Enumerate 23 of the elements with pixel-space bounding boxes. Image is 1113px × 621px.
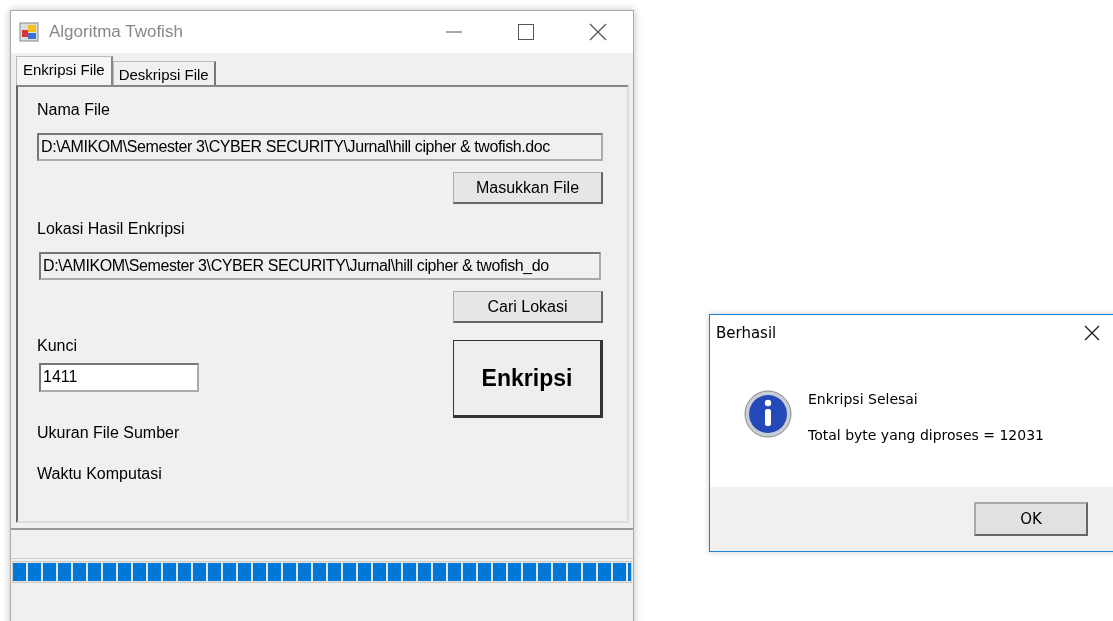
ok-button[interactable]: OK	[974, 502, 1088, 536]
info-label: Waktu Komputasi	[37, 465, 163, 483]
encrypt-button[interactable]: Enkripsi	[453, 340, 603, 418]
dialog-message: Total byte yang diproses = 12031	[808, 427, 1044, 443]
info-icon	[743, 389, 793, 439]
dialog-message: Enkripsi Selesai	[808, 391, 919, 407]
field-label: Nama File	[37, 101, 111, 119]
tab[interactable]: Deskripsi File	[112, 61, 216, 85]
input-field[interactable]: D:\AMIKOM\Semester 3\CYBER SECURITY\Jurnal\hill cipher & twofish_do	[39, 252, 601, 280]
window-title: Algoritma Twofish	[49, 22, 184, 42]
tab[interactable]: Enkripsi File	[16, 56, 113, 85]
close-icon[interactable]	[589, 23, 607, 41]
info-label: Ukuran File Sumber	[37, 424, 181, 442]
app-icon	[19, 22, 39, 42]
field-label: Lokasi Hasil Enkripsi	[37, 220, 186, 238]
location-button[interactable]: Cari Lokasi	[453, 291, 603, 323]
maximize-icon[interactable]	[517, 23, 535, 41]
key-field[interactable]: 1411	[39, 363, 199, 392]
dialog-title: Berhasil	[716, 324, 777, 342]
field-label: Kunci	[37, 337, 79, 355]
browse-button[interactable]: Masukkan File	[453, 172, 603, 204]
input-field[interactable]: D:\AMIKOM\Semester 3\CYBER SECURITY\Jurnal\hill cipher & twofish.doc	[37, 133, 603, 161]
close-icon[interactable]	[1084, 325, 1100, 341]
